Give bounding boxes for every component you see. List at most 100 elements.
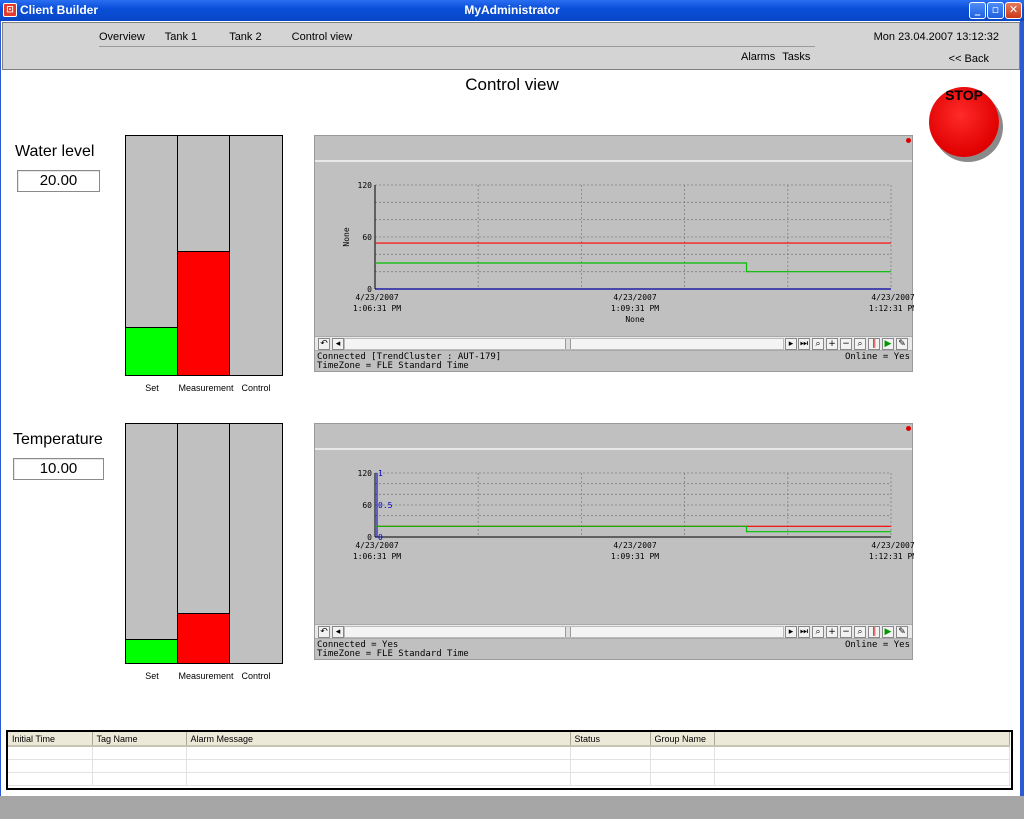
column-initial-time[interactable]: Initial Time [8,732,93,747]
column-filler [714,732,1010,747]
table-row[interactable] [8,759,1010,773]
zoom-in-icon[interactable]: + [826,626,838,638]
x-tick-time: 1:12:31 PM [869,304,914,313]
temperature-measurement-fill [178,612,229,663]
temperature-set-fill [126,639,177,663]
x-tick-time: 1:06:31 PM [353,304,401,313]
nav-divider [99,46,815,47]
trend-status-timezone: TimeZone = FLE Standard Time [317,361,469,371]
water-control-label: Control [241,383,271,393]
pause-icon[interactable]: ∥ [868,338,880,350]
trend-toolbar: ↶ ◂ ▸ ⏭ ⌕ + − ⌕ ∥ ▶ ✎ [315,336,912,351]
close-button[interactable]: ✕ [1005,2,1022,19]
x-tick-date: 4/23/2007 [355,541,399,550]
table-row[interactable] [8,746,1010,760]
zoom-reset-icon[interactable]: ⌕ [854,338,866,350]
scroll-left-icon[interactable]: ◂ [332,626,344,638]
undo-icon[interactable]: ↶ [318,626,330,638]
zoom-reset-icon[interactable]: ⌕ [854,626,866,638]
status-indicator [906,138,911,143]
x-tick-date: 4/23/2007 [355,293,399,302]
zoom-in-icon[interactable]: + [826,338,838,350]
column-tag-name[interactable]: Tag Name [92,732,187,747]
skip-end-icon[interactable]: ⏭ [798,338,810,350]
temperature-measurement-bar [178,424,230,663]
maximize-button[interactable]: ▫ [987,2,1004,19]
x-tick-date: 4/23/2007 [613,293,657,302]
play-icon[interactable]: ▶ [882,626,894,638]
column-status[interactable]: Status [570,732,651,747]
skip-end-icon[interactable]: ⏭ [798,626,810,638]
stop-button[interactable]: STOP [929,87,999,157]
water-measurement-bar [178,136,230,375]
zoom-out-icon[interactable]: − [840,626,852,638]
scroll-right-icon[interactable]: ▸ [785,626,797,638]
edit-icon[interactable]: ✎ [896,338,908,350]
undo-icon[interactable]: ↶ [318,338,330,350]
x-tick-time: 1:06:31 PM [353,552,401,561]
x-tick-time: 1:12:31 PM [869,552,914,561]
status-indicator [906,426,911,431]
back-link[interactable]: << Back [949,53,989,65]
y-tick-label: 120 [358,469,373,478]
y2-tick-label: 0.5 [378,501,393,510]
page-title: Control view [465,75,559,94]
y-axis-label: None [342,227,351,246]
series-line [375,525,891,533]
alarm-table: Initial Time Tag Name Alarm Message Stat… [6,730,1013,790]
time-scrollbar[interactable] [344,626,784,638]
temperature-bars [125,423,283,664]
scroll-left-icon[interactable]: ◂ [332,338,344,350]
x-tick-time: 1:09:31 PM [611,304,659,313]
zoom-out-icon[interactable]: − [840,338,852,350]
temperature-set-label: Set [145,671,159,681]
water-trend-chart: 1206004/23/20071:06:31 PM4/23/20071:09:3… [342,181,914,324]
nav-tank-2[interactable]: Tank 2 [229,31,261,43]
trend-status-online: Online = Yes [844,640,910,650]
column-group-name[interactable]: Group Name [650,732,715,747]
edit-icon[interactable]: ✎ [896,626,908,638]
water-set-label: Set [145,383,159,393]
minimize-button[interactable]: _ [969,2,986,19]
window-title: MyAdministrator [464,3,560,17]
temperature-set-bar [126,424,178,663]
trend-status-online: Online = Yes [844,352,910,362]
water-trend-panel: 120 60 0 4/23/2007 1:06:31 PM 4/23/2007 1:09:3… [314,135,914,372]
window-frame-right [1020,21,1024,819]
water-control-bar [230,136,282,375]
pause-icon[interactable]: ∥ [868,626,880,638]
main-nav: Overview Tank 1 Tank 2 Control view [99,31,369,43]
water-level-value[interactable]: 20.00 [17,170,100,192]
trend-status-timezone: TimeZone = FLE Standard Time [317,649,469,659]
x-tick-date: 4/23/2007 [613,541,657,550]
sub-nav: Alarms Tasks [737,51,810,63]
temperature-control-label: Control [241,671,271,681]
datetime: Mon 23.04.2007 13:12:32 [873,31,999,43]
scroll-thumb[interactable] [565,339,571,349]
trend-header [315,136,912,162]
nav-control-view[interactable]: Control view [292,31,353,43]
play-icon[interactable]: ▶ [882,338,894,350]
nav-alarms[interactable]: Alarms [741,51,775,63]
zoom-icon[interactable]: ⌕ [812,338,824,350]
nav-overview[interactable]: Overview [99,31,145,43]
nav-tank-1[interactable]: Tank 1 [165,31,197,43]
temperature-label: Temperature [13,431,103,448]
temperature-value[interactable]: 10.00 [13,458,104,480]
scroll-right-icon[interactable]: ▸ [785,338,797,350]
table-row[interactable] [8,772,1010,786]
y-tick-label: 120 [358,181,373,190]
y2-tick-label: 1 [378,469,383,478]
nav-tasks[interactable]: Tasks [782,51,810,63]
window-frame-left [0,21,1,819]
temperature-control-bar [230,424,282,663]
temperature-trend-chart: 12060010.504/23/20071:06:31 PM4/23/20071… [353,469,914,561]
zoom-icon[interactable]: ⌕ [812,626,824,638]
x-axis-label: None [625,315,644,324]
temperature-trend-panel: 120 60 0 1 0.5 0 4/23/2007 1:06:31 PM 4/23/2007 1… [314,423,914,660]
scroll-thumb[interactable] [565,627,571,637]
series-line [375,262,891,273]
window-titlebar: ⊡ Client Builder MyAdministrator _ ▫ ✕ [0,0,1024,21]
time-scrollbar[interactable] [344,338,784,350]
column-alarm-message[interactable]: Alarm Message [186,732,571,747]
